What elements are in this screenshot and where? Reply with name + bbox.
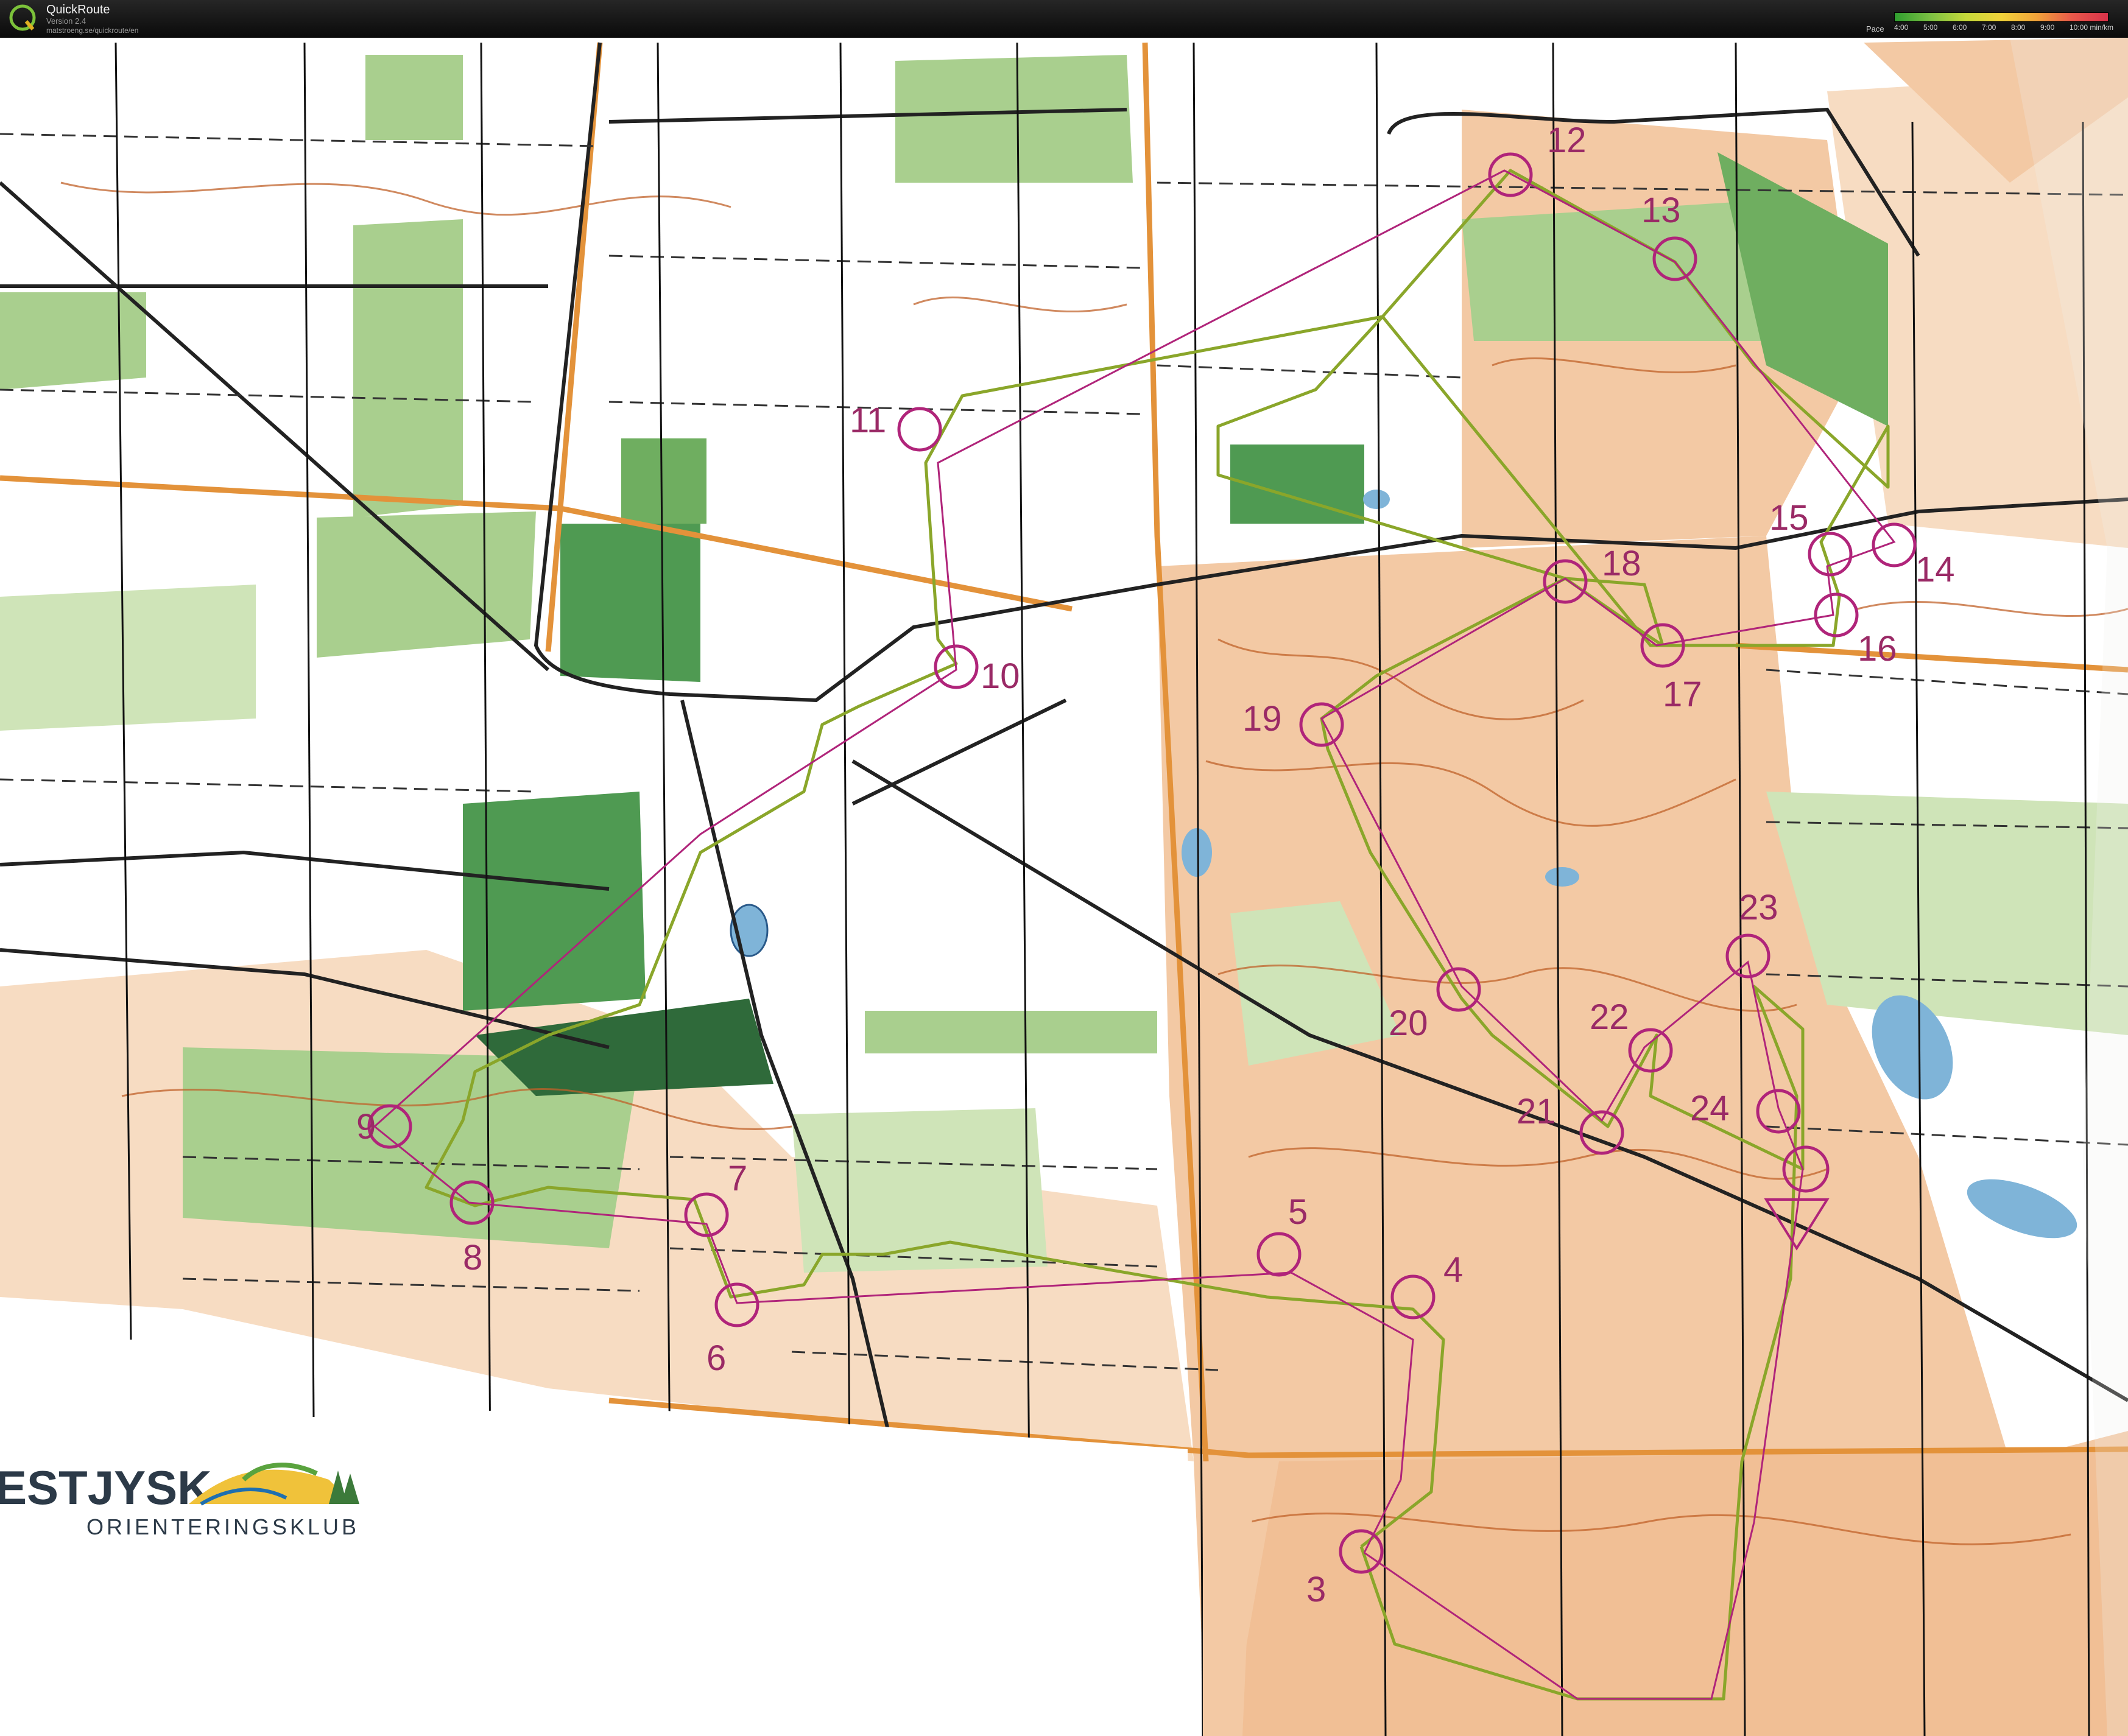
- unmapped-area: [0, 1407, 1194, 1736]
- club-name-line1: ESTJYSK: [0, 1461, 211, 1514]
- club-name-line2: ORIENTERINGSKLUB: [86, 1514, 359, 1539]
- pace-tick: 10:00 min/km: [2070, 23, 2114, 32]
- control-number-9: 9: [356, 1107, 376, 1147]
- control-number-17: 17: [1663, 675, 1702, 714]
- control-number-14: 14: [1915, 550, 1955, 589]
- pace-color-scale: [1894, 12, 2109, 22]
- pace-tick: 7:00: [1982, 23, 1996, 32]
- pace-tick: 8:00: [2011, 23, 2026, 32]
- control-number-12: 12: [1547, 121, 1587, 160]
- control-number-16: 16: [1858, 629, 1897, 669]
- control-number-13: 13: [1641, 191, 1681, 230]
- pace-legend: Pace 4:00 5:00 6:00 7:00 8:00 9:00 10:00…: [1858, 9, 2119, 33]
- control-number-23: 23: [1739, 888, 1778, 927]
- control-number-11: 11: [850, 401, 886, 440]
- control-number-4: 4: [1443, 1250, 1463, 1290]
- app-url[interactable]: matstroeng.se/quickroute/en: [46, 26, 138, 35]
- app-title: QuickRoute: [46, 3, 110, 16]
- orienteering-map[interactable]: 3 4 5 6 7 8 9 10 11 12 13 14 15 16 17 18…: [0, 38, 2128, 1736]
- control-number-6: 6: [706, 1338, 726, 1378]
- pace-tick: 4:00: [1894, 23, 1909, 32]
- control-number-24: 24: [1690, 1089, 1730, 1128]
- control-number-8: 8: [463, 1238, 482, 1277]
- control-number-5: 5: [1288, 1192, 1308, 1232]
- control-number-22: 22: [1590, 997, 1629, 1037]
- title-bar: QuickRoute Version 2.4 matstroeng.se/qui…: [0, 0, 2128, 39]
- control-number-15: 15: [1769, 498, 1809, 538]
- pace-tick-labels: 4:00 5:00 6:00 7:00 8:00 9:00 10:00 min/…: [1894, 23, 2119, 34]
- control-number-19: 19: [1242, 699, 1282, 739]
- pace-tick: 5:00: [1923, 23, 1938, 32]
- control-number-18: 18: [1602, 544, 1641, 583]
- quickroute-logo-icon: [9, 4, 36, 31]
- control-number-3: 3: [1306, 1570, 1326, 1609]
- app-version: Version 2.4: [46, 16, 86, 26]
- pace-tick: 9:00: [2040, 23, 2055, 32]
- control-number-20: 20: [1389, 1003, 1428, 1043]
- pace-legend-label: Pace: [1866, 24, 1884, 33]
- pace-tick: 6:00: [1953, 23, 1967, 32]
- map-viewport[interactable]: 3 4 5 6 7 8 9 10 11 12 13 14 15 16 17 18…: [0, 38, 2128, 1736]
- control-number-10: 10: [981, 656, 1020, 696]
- control-number-21: 21: [1517, 1092, 1556, 1131]
- control-number-7: 7: [728, 1159, 747, 1198]
